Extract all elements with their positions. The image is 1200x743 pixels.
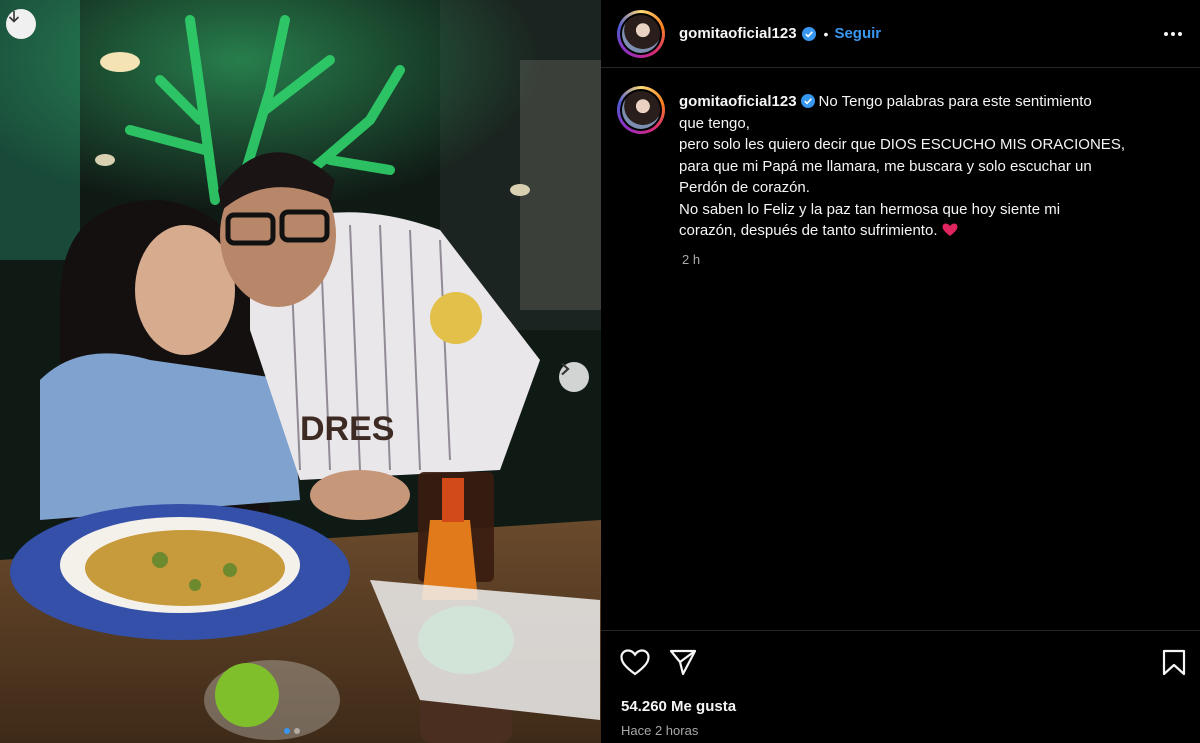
avatar[interactable] [617, 9, 665, 58]
carousel-dot [294, 728, 300, 734]
like-count[interactable]: 54.260 Me gusta [621, 698, 736, 715]
post-photo[interactable]: DRES [0, 0, 601, 743]
post-time: Hace 2 horas [621, 723, 699, 738]
svg-text:DRES: DRES [300, 410, 394, 448]
follow-button[interactable]: Seguir [834, 25, 881, 42]
caption-avatar-frame [620, 89, 662, 131]
post-panel: gomitaoficial123 • Seguir gomitaoficial1… [601, 0, 1200, 743]
caption-line-text: No Tengo palabras para este sentimiento [818, 93, 1092, 110]
carousel-indicator [284, 728, 300, 734]
caption: gomitaoficial123 No Tengo palabras para e… [617, 86, 1177, 242]
username-link[interactable]: gomitaoficial123 [679, 25, 797, 42]
caption-text: gomitaoficial123 No Tengo palabras para e… [679, 91, 1125, 242]
verified-badge-icon [800, 94, 815, 108]
download-icon [8, 11, 20, 23]
caption-line: Perdón de corazón. [679, 179, 810, 196]
separator-dot: • [823, 25, 829, 42]
action-bar: 54.260 Me gusta Hace 2 horas [601, 630, 1200, 743]
caption-line: corazón, después de tanto sufrimiento. [679, 220, 1125, 242]
caption-line-text: corazón, después de tanto sufrimiento. [679, 222, 938, 239]
like-heart-icon[interactable] [620, 649, 650, 676]
photo-illustration: DRES [0, 0, 601, 743]
download-button[interactable] [6, 9, 36, 39]
next-slide-button[interactable] [559, 362, 589, 392]
caption-line: pero solo les quiero decir que DIOS ESCU… [679, 136, 1125, 153]
verified-badge-icon [801, 26, 816, 41]
post-header: gomitaoficial123 • Seguir [601, 0, 1200, 68]
caption-line: No saben lo Feliz y la paz tan hermosa q… [679, 200, 1061, 218]
caption-line: para que mi Papá me llamara, me buscara … [679, 157, 1092, 175]
caption-line: que tengo, [679, 114, 750, 132]
avatar-image [622, 14, 660, 53]
caption-timestamp: 2 h [682, 252, 701, 267]
caption-avatar[interactable] [617, 86, 665, 134]
save-bookmark-icon[interactable] [1162, 649, 1186, 676]
chevron-right-icon [561, 362, 570, 376]
avatar-frame [620, 12, 662, 55]
more-options-icon[interactable] [1162, 24, 1184, 44]
carousel-dot-active [284, 728, 290, 734]
share-paper-plane-icon[interactable] [669, 649, 697, 676]
caption-username[interactable]: gomitaoficial123 [679, 93, 797, 110]
caption-avatar-image [622, 91, 660, 129]
caption-line: gomitaoficial123 No Tengo palabras para e… [679, 91, 1125, 113]
red-heart-emoji-icon [942, 223, 957, 236]
